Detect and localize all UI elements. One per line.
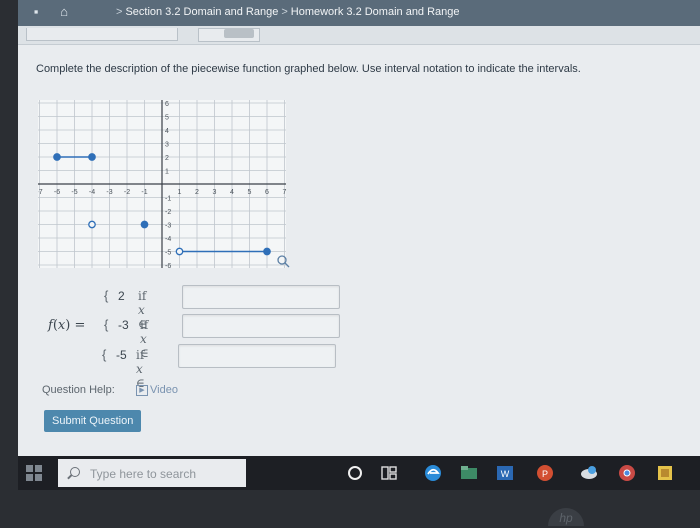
segment-right-endpoint <box>263 247 271 256</box>
piece-value: 2 <box>118 289 125 303</box>
equals-sign: = <box>74 318 86 333</box>
x-tick-label: -7 <box>38 189 43 196</box>
y-tick-label: -1 <box>165 196 171 203</box>
question-instructions: Complete the description of the piecewis… <box>36 63 581 75</box>
y-tick-label: -6 <box>165 263 171 268</box>
breadcrumb-separator: > <box>281 6 288 18</box>
piece-value: -5 <box>116 348 127 362</box>
breadcrumb: > Section 3.2 Domain and Range > Homework 3… <box>113 6 460 18</box>
course-topbar: ▪ ⌂ > Section 3.2 Domain and Range > Homewo… <box>18 0 700 26</box>
y-tick-label: -4 <box>165 236 171 243</box>
y-tick-label: -5 <box>165 250 171 257</box>
weather-icon[interactable] <box>578 462 600 484</box>
y-tick-label: 2 <box>165 155 169 162</box>
y-tick-label: -3 <box>165 223 171 230</box>
function-label: f(x) = <box>48 318 86 333</box>
x-tick-label: 5 <box>248 189 252 196</box>
x-tick-label: 3 <box>213 189 217 196</box>
function-name: f <box>48 318 53 333</box>
y-tick-label: 4 <box>165 128 169 135</box>
interval-input-1[interactable] <box>182 285 340 309</box>
menu-icon[interactable]: ▪ <box>28 4 44 20</box>
question-selector[interactable] <box>26 28 178 41</box>
x-tick-label: -6 <box>54 189 60 196</box>
question-help-label: Question Help: <box>42 384 115 396</box>
x-tick-label: -2 <box>124 189 130 196</box>
video-help-link[interactable]: ▶ Video <box>136 384 178 396</box>
piece-brace: { <box>102 347 107 362</box>
windows-start-icon[interactable] <box>26 465 42 481</box>
y-tick-label: 3 <box>165 142 169 149</box>
segment-right-endpoint <box>88 153 96 161</box>
question-toolbar <box>18 26 700 45</box>
taskbar-search-box[interactable]: Type here to search <box>58 459 246 487</box>
interval-input-3[interactable] <box>178 344 336 368</box>
cortana-circle-icon[interactable] <box>344 462 366 484</box>
breadcrumb-section-link[interactable]: Section 3.2 Domain and Range <box>125 6 278 18</box>
x-tick-label: 2 <box>195 189 199 196</box>
x-tick-label: 1 <box>178 189 182 196</box>
breadcrumb-homework-title: Homework 3.2 Domain and Range <box>290 6 460 18</box>
x-tick-label: 7 <box>283 189 287 196</box>
x-tick-label: 4 <box>230 189 234 196</box>
file-explorer-icon[interactable] <box>458 462 480 484</box>
piecewise-graph: -7 -6 -5 -4 -3 -2 -1 1 2 3 4 5 6 7 6 5 4 3 2 1 -1 -2 -3 -4 -5 -6 <box>38 100 290 268</box>
search-icon <box>70 467 80 477</box>
piece-value: -3 <box>118 318 129 332</box>
hp-logo: hp <box>548 508 584 526</box>
segment-right-endpoint <box>140 220 149 229</box>
search-placeholder: Type here to search <box>90 467 197 481</box>
function-variable: x <box>57 318 66 333</box>
segment-left-endpoint <box>53 153 61 161</box>
x-tick-label: -5 <box>71 189 77 196</box>
notes-icon[interactable] <box>654 462 676 484</box>
home-icon[interactable]: ⌂ <box>56 4 72 20</box>
piece-brace: { <box>104 288 109 303</box>
y-tick-label: -2 <box>165 209 171 216</box>
x-tick-label: 6 <box>265 189 269 196</box>
y-tick-label: 1 <box>165 169 169 176</box>
segment-left-endpoint <box>175 247 184 256</box>
chrome-icon[interactable] <box>616 462 638 484</box>
play-icon: ▶ <box>136 384 148 396</box>
browser-window: ▪ ⌂ > Section 3.2 Domain and Range > Homewo… <box>18 0 700 490</box>
x-tick-label: -1 <box>141 189 147 196</box>
segment-left-endpoint <box>88 220 96 229</box>
edge-icon[interactable] <box>422 462 444 484</box>
y-tick-label: 6 <box>165 101 169 108</box>
submit-question-button[interactable]: Submit Question <box>44 410 142 432</box>
windows-taskbar: Type here to search W P <box>18 456 700 490</box>
word-icon[interactable]: W <box>494 462 516 484</box>
y-tick-label: 5 <box>165 115 169 122</box>
svg-text:W: W <box>501 469 510 479</box>
interval-input-2[interactable] <box>182 314 340 338</box>
toolbar-button-inner[interactable] <box>224 29 254 38</box>
x-tick-label: -4 <box>89 189 95 196</box>
svg-text:P: P <box>542 469 548 479</box>
task-view-icon[interactable] <box>378 462 400 484</box>
powerpoint-icon[interactable]: P <box>534 462 556 484</box>
piece-brace: { <box>104 317 109 332</box>
breadcrumb-separator: > <box>116 6 123 18</box>
x-tick-label: -3 <box>106 189 112 196</box>
